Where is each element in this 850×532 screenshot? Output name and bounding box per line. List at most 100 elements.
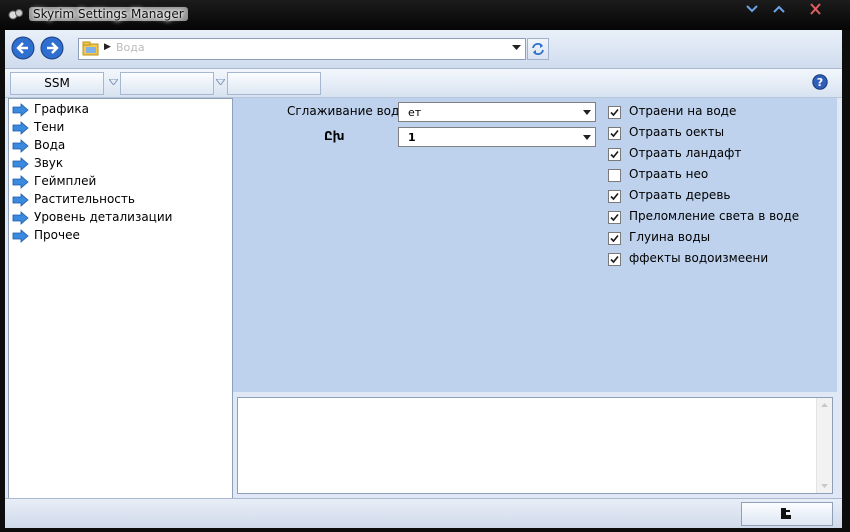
water-antialiasing-label: Сглаживание воды <box>287 104 409 118</box>
arrow-right-icon <box>12 157 29 171</box>
close-button[interactable] <box>806 2 826 16</box>
checkbox-option[interactable]: Преломление света в воде <box>608 208 836 229</box>
sidebar-item-label: Тени <box>34 120 65 134</box>
checkbox-label: Глуина воды <box>629 230 711 244</box>
chevron-down-icon[interactable] <box>512 43 521 52</box>
chevron-up-icon <box>773 5 785 13</box>
checkbox-option[interactable]: Глуина воды <box>608 229 836 250</box>
scroll-arrows-icon <box>821 403 828 488</box>
toolbar-dropdown-2[interactable] <box>227 72 321 95</box>
sidebar-item-label: Растительность <box>34 192 135 206</box>
chevron-down-icon <box>583 135 591 140</box>
ssm-button[interactable]: SSM <box>10 72 104 95</box>
sidebar-item-label: Прочее <box>34 228 80 242</box>
checkbox[interactable] <box>608 232 621 245</box>
navigation-bar: ▶ Вода <box>5 30 842 69</box>
checkbox[interactable] <box>608 148 621 161</box>
chevron-down-icon[interactable] <box>109 79 118 85</box>
arrow-right-icon <box>40 36 64 60</box>
checkbox-option[interactable]: Отраать нео <box>608 166 836 187</box>
breadcrumb-separator-icon: ▶ <box>104 42 111 52</box>
arrow-right-icon <box>12 103 29 117</box>
title-bar: Skyrim Settings Manager <box>0 0 850 30</box>
arrow-right-icon <box>12 211 29 225</box>
chevron-down-icon <box>583 110 591 115</box>
checkmark-icon <box>610 129 619 138</box>
checkbox-label: ффекты водоизмеени <box>629 251 769 265</box>
chevron-down-icon[interactable] <box>216 79 225 85</box>
arrow-right-icon <box>12 229 29 243</box>
arrow-right-icon <box>12 193 29 207</box>
sidebar-item[interactable]: Звук <box>9 155 229 173</box>
category-items: Графика Тени Вода Звук Геймплей Растительност… <box>9 101 229 245</box>
checkmark-icon <box>610 150 619 159</box>
window-title: Skyrim Settings Manager <box>29 7 188 21</box>
apply-button[interactable] <box>741 502 833 526</box>
checkbox[interactable] <box>608 169 621 182</box>
checkbox-option[interactable]: Отраени на воде <box>608 103 836 124</box>
checkmark-icon <box>610 255 619 264</box>
sidebar-item[interactable]: Графика <box>9 101 229 119</box>
checkmark-icon <box>610 192 619 201</box>
sidebar-item-label: Уровень детализации <box>34 210 173 224</box>
back-button[interactable] <box>11 36 35 60</box>
checkbox-option[interactable]: Отраать ландафт <box>608 145 836 166</box>
sidebar-item[interactable]: Геймплей <box>9 173 229 191</box>
minimize-button[interactable] <box>742 2 762 16</box>
water-antialiasing-select[interactable]: ет <box>398 102 596 122</box>
checkbox-option[interactable]: Отраать оекты <box>608 124 836 145</box>
forward-button[interactable] <box>40 36 64 60</box>
close-icon <box>810 3 821 15</box>
breadcrumb[interactable]: Вода <box>116 41 145 54</box>
sidebar-item-label: Звук <box>34 156 64 170</box>
description-textarea[interactable] <box>237 397 833 494</box>
checkmark-icon <box>610 213 619 222</box>
folder-icon <box>82 41 99 56</box>
arrow-left-icon <box>11 36 35 60</box>
second-setting-label: Ըխ <box>324 129 345 143</box>
checkbox-label: Отраени на воде <box>629 104 737 118</box>
main-window: ▶ Вода SSM ? Графика Тени Вода Звук Гейм… <box>5 30 842 528</box>
checkbox-label: Отраать оекты <box>629 125 725 139</box>
app-icon <box>8 9 23 20</box>
checkbox-option[interactable]: Отраать деревь <box>608 187 836 208</box>
sidebar-item-label: Вода <box>34 138 66 152</box>
maximize-button[interactable] <box>769 2 789 16</box>
arrow-right-icon <box>12 121 29 135</box>
svg-text:?: ? <box>817 76 823 89</box>
refresh-icon <box>532 43 544 55</box>
checkmark-icon <box>610 234 619 243</box>
help-icon[interactable]: ? <box>812 74 828 90</box>
refresh-button[interactable] <box>527 38 549 60</box>
toolbar: SSM <box>5 69 842 98</box>
checkbox-label: Отраать ландафт <box>629 146 742 160</box>
chevron-down-icon <box>746 5 758 13</box>
sidebar-item[interactable]: Вода <box>9 137 229 155</box>
checkbox-option[interactable]: ффекты водоизмеени <box>608 250 836 271</box>
checkbox[interactable] <box>608 106 621 119</box>
sidebar-item[interactable]: Растительность <box>9 191 229 209</box>
sidebar-item[interactable]: Уровень детализации <box>9 209 229 227</box>
sidebar-item-label: Графика <box>34 102 89 116</box>
sidebar-item[interactable]: Прочее <box>9 227 229 245</box>
status-bar <box>5 498 842 528</box>
sidebar-item[interactable]: Тени <box>9 119 229 137</box>
checkbox[interactable] <box>608 127 621 140</box>
checkbox[interactable] <box>608 211 621 224</box>
checkbox-label: Отраать нео <box>629 167 709 181</box>
sidebar-item-label: Геймплей <box>34 174 97 188</box>
second-setting-select[interactable]: 1 <box>398 127 596 147</box>
select-value: ет <box>408 106 422 119</box>
checkbox[interactable] <box>608 253 621 266</box>
checkmark-icon <box>610 108 619 117</box>
address-bar[interactable]: ▶ Вода <box>78 38 526 60</box>
toolbar-dropdown-1[interactable] <box>120 72 214 95</box>
apply-icon <box>781 508 791 519</box>
checkbox[interactable] <box>608 190 621 203</box>
category-list: Графика Тени Вода Звук Геймплей Растительност… <box>8 98 233 500</box>
checkbox-label: Преломление света в воде <box>629 209 800 223</box>
settings-panel: Сглаживание воды ет Ըխ 1 Отраени на воде… <box>233 98 837 392</box>
arrow-right-icon <box>12 139 29 153</box>
scrollbar[interactable] <box>816 398 832 493</box>
arrow-right-icon <box>12 175 29 189</box>
